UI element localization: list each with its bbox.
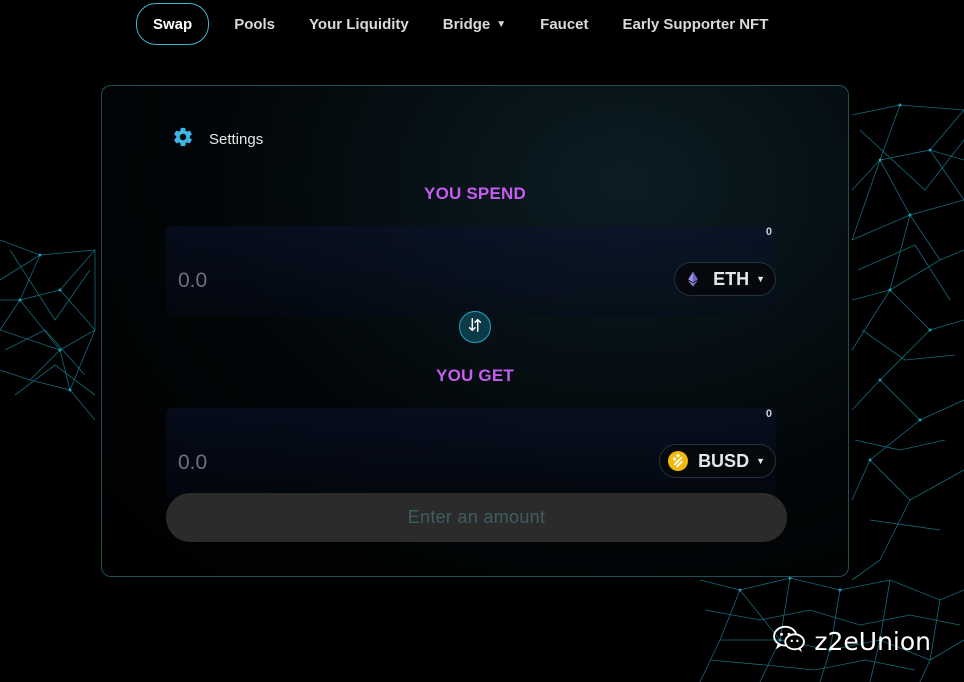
watermark-text: z2eUnion [814, 627, 931, 656]
wechat-icon [772, 625, 806, 658]
spend-balance: 0 [765, 226, 772, 238]
settings-label: Settings [209, 131, 264, 148]
swap-direction-button[interactable] [459, 311, 491, 343]
get-token-selector[interactable]: BUSD ▼ [659, 444, 776, 478]
caret-down-icon: ▼ [756, 274, 765, 284]
nav-item-pools[interactable]: Pools [217, 3, 292, 45]
spend-amount-input[interactable] [176, 262, 480, 300]
gear-icon [172, 126, 194, 153]
settings-button[interactable]: Settings [172, 126, 263, 153]
swap-arrows-icon [466, 316, 484, 339]
spend-token-label: ETH [713, 268, 750, 289]
top-nav: Swap Pools Your Liquidity Bridge ▼ Fauce… [136, 0, 785, 48]
nav-item-label: Swap [153, 15, 193, 33]
get-title: YOU GET [436, 366, 514, 385]
spend-token-selector[interactable]: ETH ▼ [674, 262, 776, 296]
nav-item-your-liquidity[interactable]: Your Liquidity [292, 3, 426, 45]
spend-field: 0 ETH ▼ [166, 226, 776, 316]
caret-down-icon: ▼ [756, 456, 765, 466]
nav-item-swap[interactable]: Swap [136, 3, 210, 45]
ethereum-icon [683, 269, 703, 289]
get-field: 0 BUSD ▼ [166, 408, 776, 498]
busd-icon [668, 451, 689, 471]
swap-card: Settings YOU SPEND 0 ETH ▼ [101, 85, 849, 577]
caret-down-icon: ▼ [496, 18, 507, 30]
nav-item-label: Pools [234, 15, 276, 33]
enter-amount-button[interactable]: Enter an amount [166, 493, 787, 542]
nav-item-label: Faucet [540, 15, 589, 33]
get-amount-input[interactable] [176, 444, 480, 482]
get-balance: 0 [765, 408, 772, 420]
nav-item-label: Your Liquidity [309, 15, 409, 33]
nav-item-label: Early Supporter NFT [622, 15, 769, 33]
nav-item-early-supporter-nft[interactable]: Early Supporter NFT [606, 3, 786, 45]
nav-item-faucet[interactable]: Faucet [523, 3, 605, 45]
nav-item-bridge[interactable]: Bridge ▼ [426, 3, 523, 45]
watermark: z2eUnion [772, 625, 931, 658]
spend-title: YOU SPEND [424, 184, 526, 203]
get-token-label: BUSD [698, 450, 750, 471]
nav-item-label: Bridge [442, 15, 491, 33]
